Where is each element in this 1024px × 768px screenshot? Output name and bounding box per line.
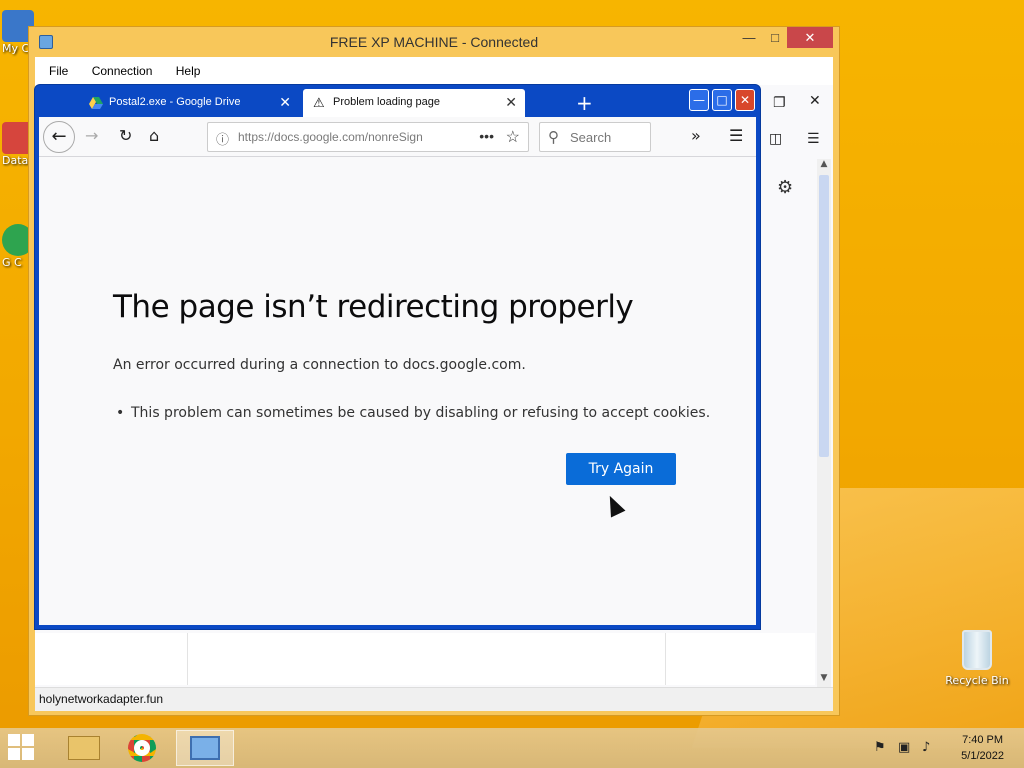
bookmark-star-icon[interactable]: ☆ [506, 127, 520, 147]
page-background [35, 633, 815, 685]
menu-help[interactable]: Help [162, 57, 207, 78]
window-titlebar[interactable]: FREE XP MACHINE - Connected — □ ✕ [29, 27, 839, 57]
search-input[interactable]: ⚲ Search [539, 122, 651, 152]
error-hint: This problem can sometimes be caused by … [116, 405, 710, 421]
folder-icon [68, 736, 100, 760]
taskbar-file-explorer[interactable] [56, 730, 110, 766]
url-text: https://docs.google.com/nonreSign [238, 130, 423, 144]
clock-time: 7:40 PM [962, 734, 1004, 746]
desktop-icon-label: Data [2, 154, 29, 167]
xp-close-button[interactable]: ✕ [735, 89, 755, 111]
recycle-bin-icon [962, 630, 992, 670]
warning-icon: ⚠ [313, 95, 325, 110]
windows-logo-part [22, 748, 34, 760]
taskbar-remote-desktop[interactable] [176, 730, 234, 766]
remote-desktop-icon [190, 736, 220, 760]
windows-logo-part [22, 734, 34, 746]
browser-viewport: ← → ↻ ⌂ ⓘ https://docs.google.com/nonreS… [39, 117, 756, 625]
gear-icon[interactable]: ⚙ [777, 177, 793, 198]
chrome-icon [128, 734, 156, 762]
xp-minimize-button[interactable]: — [689, 89, 709, 111]
close-button[interactable]: ✕ [787, 27, 833, 48]
start-button[interactable] [8, 734, 36, 762]
windows-logo-part [8, 748, 20, 760]
menu-connection[interactable]: Connection [78, 57, 159, 78]
network-icon[interactable]: ▣ [898, 740, 910, 755]
tab-problem-loading[interactable]: ⚠ Problem loading page ✕ [303, 89, 525, 117]
scroll-thumb[interactable] [819, 175, 829, 457]
info-icon[interactable]: ⓘ [216, 129, 229, 148]
scroll-up-icon[interactable]: ▲ [817, 159, 831, 173]
menu-icon[interactable]: ☰ [807, 131, 820, 147]
forward-button[interactable]: → [85, 126, 98, 145]
desktop-icon-label: My C [2, 42, 30, 55]
action-center-flag-icon[interactable]: ⚑ [874, 740, 886, 755]
menu-file[interactable]: File [35, 57, 74, 78]
menu-bar: File Connection Help [35, 57, 833, 85]
recycle-bin-label: Recycle Bin [945, 674, 1009, 687]
recycle-bin[interactable]: Recycle Bin [942, 630, 1012, 687]
reload-button[interactable]: ↻ [119, 126, 132, 145]
back-button[interactable]: ← [43, 121, 75, 153]
volume-muted-icon[interactable]: ♪ [922, 740, 930, 755]
window-title: FREE XP MACHINE - Connected [329, 34, 539, 50]
mouse-cursor-icon [602, 492, 626, 518]
page-title: The page isn’t redirecting properly [113, 289, 634, 325]
status-bar: holynetworkadapter.fun [35, 687, 833, 711]
search-placeholder: Search [570, 130, 612, 145]
error-description: An error occurred during a connection to… [113, 357, 526, 373]
try-again-button[interactable]: Try Again [566, 453, 676, 485]
overflow-chevron-icon[interactable]: » [691, 126, 701, 145]
browser-window: Postal2.exe - Google Drive ✕ ⚠ Problem l… [34, 84, 761, 630]
desktop-icon-label: G C [2, 256, 22, 269]
sidebar-icon[interactable]: ◫ [769, 131, 782, 147]
tab-google-drive[interactable]: Postal2.exe - Google Drive ✕ [79, 89, 299, 117]
new-tab-button[interactable]: + [576, 91, 593, 115]
taskbar: ⚑ ▣ ♪ 7:40 PM 5/1/2022 [0, 728, 1024, 768]
error-page: The page isn’t redirecting properly An e… [39, 157, 756, 625]
maximize-button[interactable]: □ [760, 27, 790, 48]
tab-strip: Postal2.exe - Google Drive ✕ ⚠ Problem l… [75, 87, 705, 117]
outer-browser-controls: ❐ ✕ ◫ ☰ [755, 87, 833, 167]
tab-close-icon[interactable]: ✕ [505, 94, 517, 111]
page-actions-icon[interactable]: ••• [479, 128, 494, 144]
xp-maximize-button[interactable]: □ [712, 89, 732, 111]
google-drive-icon [89, 97, 103, 109]
restore-icon[interactable]: ❐ [773, 95, 786, 111]
tab-close-icon[interactable]: ✕ [279, 94, 291, 111]
close-icon[interactable]: ✕ [809, 93, 821, 109]
windows-logo-icon [8, 734, 20, 746]
home-button[interactable]: ⌂ [149, 126, 159, 145]
navigation-toolbar: ← → ↻ ⌂ ⓘ https://docs.google.com/nonreS… [39, 117, 756, 157]
divider [665, 633, 666, 685]
tab-label: Postal2.exe - Google Drive [109, 96, 241, 108]
clock-date: 5/1/2022 [961, 750, 1004, 762]
vertical-scrollbar[interactable]: ▲ ▼ [817, 159, 831, 687]
system-clock[interactable]: 7:40 PM 5/1/2022 [961, 732, 1004, 764]
search-icon: ⚲ [548, 129, 559, 146]
scroll-down-icon[interactable]: ▼ [817, 673, 831, 687]
hamburger-menu-icon[interactable]: ☰ [729, 126, 743, 145]
divider [187, 633, 188, 685]
taskbar-chrome[interactable] [116, 730, 170, 766]
tab-label: Problem loading page [333, 96, 441, 108]
url-bar[interactable]: ⓘ https://docs.google.com/nonreSign ••• … [207, 122, 529, 152]
